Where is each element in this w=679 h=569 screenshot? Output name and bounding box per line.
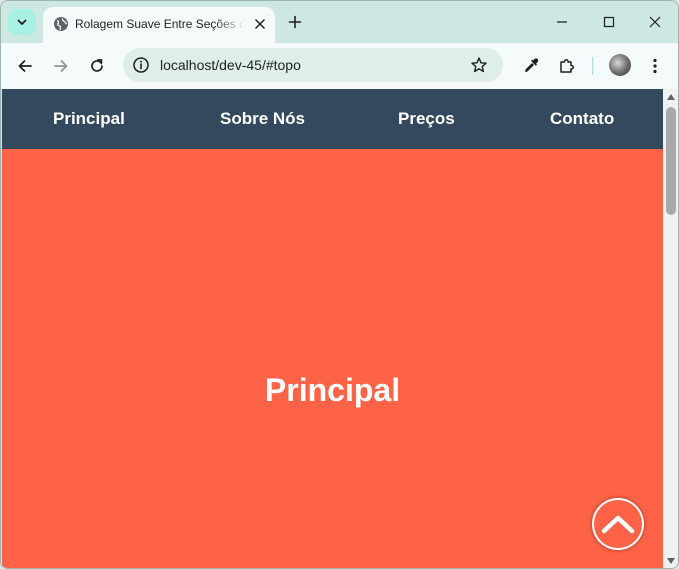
triangle-down-icon bbox=[667, 558, 675, 564]
scroll-down-arrow[interactable] bbox=[666, 556, 676, 566]
puzzle-icon bbox=[560, 59, 574, 73]
tab-title: Rolagem Suave Entre Seções da Página bbox=[75, 17, 245, 31]
nav-link-principal[interactable]: Principal bbox=[53, 109, 125, 129]
url-text: localhost/dev-45/#topo bbox=[160, 57, 301, 73]
nav-link-contato[interactable]: Contato bbox=[550, 109, 614, 129]
minimize-button[interactable] bbox=[547, 9, 577, 35]
profile-avatar[interactable] bbox=[609, 54, 631, 76]
page-scrollbar[interactable] bbox=[663, 89, 678, 568]
nav-link-precos[interactable]: Preços bbox=[398, 109, 455, 129]
reload-icon bbox=[91, 58, 103, 72]
scroll-up-arrow[interactable] bbox=[666, 92, 676, 102]
address-bar[interactable]: localhost/dev-45/#topo bbox=[123, 48, 503, 82]
maximize-icon bbox=[603, 16, 615, 28]
triangle-up-icon bbox=[667, 94, 675, 100]
chevron-down-icon bbox=[17, 19, 27, 25]
toolbar-divider bbox=[592, 57, 593, 75]
page-viewport: Principal Sobre Nós Preços Contato Princ… bbox=[2, 89, 663, 568]
browser-tab[interactable]: Rolagem Suave Entre Seções da Página bbox=[43, 7, 275, 43]
back-button[interactable] bbox=[11, 52, 39, 80]
site-navbar: Principal Sobre Nós Preços Contato bbox=[2, 89, 663, 149]
eyedropper-icon bbox=[525, 58, 539, 72]
globe-icon bbox=[54, 17, 68, 31]
bookmark-star-icon[interactable] bbox=[470, 56, 488, 74]
extensions-button[interactable] bbox=[556, 55, 578, 77]
nav-link-sobre-nos[interactable]: Sobre Nós bbox=[220, 109, 305, 129]
site-info-icon[interactable] bbox=[132, 56, 150, 74]
minimize-icon bbox=[557, 21, 567, 23]
arrow-right-icon bbox=[54, 60, 68, 72]
tab-search-button[interactable] bbox=[8, 9, 36, 35]
maximize-button[interactable] bbox=[594, 9, 624, 35]
chevron-up-icon bbox=[601, 515, 635, 534]
eyedropper-extension-button[interactable] bbox=[520, 55, 542, 77]
browser-toolbar: localhost/dev-45/#topo bbox=[1, 43, 678, 89]
browser-window: Rolagem Suave Entre Seções da Página bbox=[0, 0, 679, 569]
menu-button[interactable] bbox=[644, 55, 666, 77]
section-heading: Principal bbox=[264, 372, 401, 408]
scroll-to-top-button[interactable] bbox=[592, 498, 644, 550]
tab-strip: Rolagem Suave Entre Seções da Página bbox=[1, 1, 678, 43]
tab-close-button[interactable] bbox=[251, 15, 269, 33]
new-tab-button[interactable] bbox=[284, 11, 306, 33]
arrow-left-icon bbox=[18, 60, 32, 72]
close-window-button[interactable] bbox=[640, 9, 670, 35]
more-vertical-icon bbox=[653, 58, 657, 74]
scrollbar-thumb[interactable] bbox=[666, 107, 676, 215]
plus-icon bbox=[288, 15, 302, 29]
close-icon bbox=[255, 19, 265, 29]
close-icon bbox=[649, 16, 661, 28]
forward-button[interactable] bbox=[47, 52, 75, 80]
reload-button[interactable] bbox=[83, 52, 111, 80]
